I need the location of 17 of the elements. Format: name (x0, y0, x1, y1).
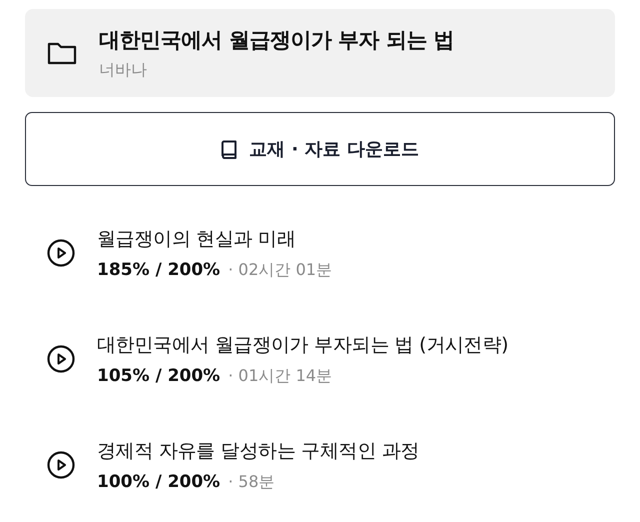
play-icon[interactable] (47, 451, 75, 479)
duration-text: · 58분 (228, 472, 275, 492)
duration-text: · 02시간 01분 (228, 260, 332, 280)
download-button[interactable]: 교재 · 자료 다운로드 (25, 112, 615, 186)
book-icon (221, 140, 238, 158)
progress-text: 185% / 200% (97, 260, 220, 280)
lesson-title[interactable]: 경제적 자유를 달성하는 구체적인 과정 (97, 438, 420, 464)
play-icon[interactable] (47, 239, 75, 267)
play-icon[interactable] (47, 345, 75, 373)
duration-text: · 01시간 14분 (228, 366, 332, 386)
lesson-title[interactable]: 월급쟁이의 현실과 미래 (97, 226, 332, 252)
course-title: 대한민국에서 월급쟁이가 부자 되는 법 (99, 26, 454, 54)
progress-text: 100% / 200% (97, 472, 220, 492)
lesson-title[interactable]: 대한민국에서 월급쟁이가 부자되는 법 (거시전략) (97, 332, 508, 358)
course-author: 너바나 (99, 60, 148, 80)
progress-text: 105% / 200% (97, 366, 220, 386)
folder-icon (47, 41, 77, 65)
